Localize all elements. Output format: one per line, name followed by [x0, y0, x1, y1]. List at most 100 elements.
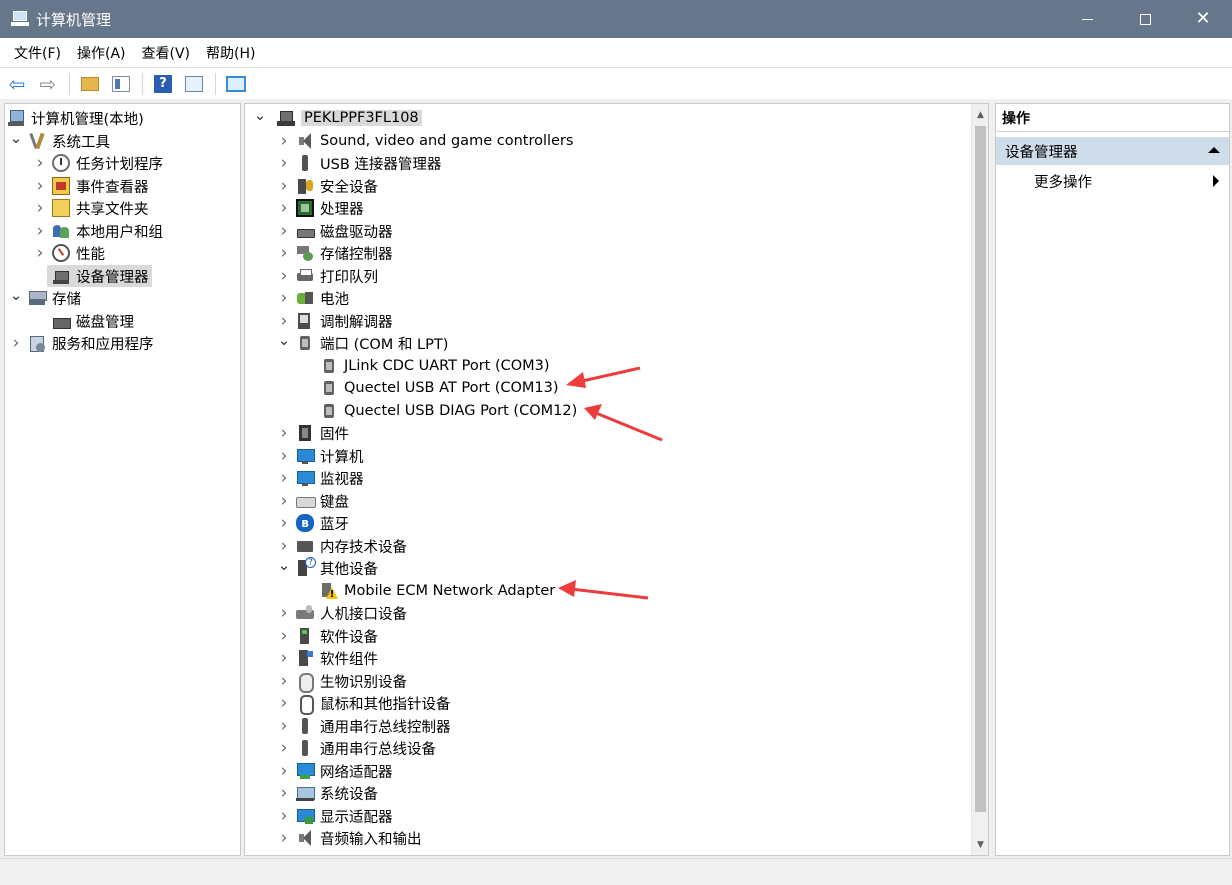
expand-chevron-icon[interactable] [33, 175, 47, 197]
device-category[interactable]: 软件设备 [277, 625, 378, 647]
device-category[interactable]: 网络适配器 [277, 760, 393, 782]
device-item[interactable]: Quectel USB AT Port (COM13) [301, 377, 559, 399]
expand-chevron-icon[interactable] [277, 265, 291, 287]
device-category[interactable]: 软件组件 [277, 647, 378, 669]
tree-event-viewer[interactable]: 事件查看器 [33, 175, 149, 197]
expand-chevron-icon[interactable] [277, 647, 291, 669]
expand-chevron-icon[interactable] [33, 152, 47, 174]
vertical-scrollbar[interactable]: ▲ ▼ [971, 104, 988, 855]
device-category[interactable]: 通用串行总线设备 [277, 737, 436, 759]
tree-root[interactable]: 计算机管理(本地) [7, 107, 144, 129]
expand-chevron-icon[interactable] [277, 197, 291, 219]
maximize-button[interactable] [1116, 0, 1174, 38]
tree-performance[interactable]: 性能 [33, 242, 105, 264]
device-category[interactable]: Sound, video and game controllers [277, 130, 573, 152]
actions-section-device-manager[interactable]: 设备管理器 [996, 137, 1229, 165]
device-root[interactable]: PEKLPPF3FL108 [253, 107, 422, 129]
device-category[interactable]: 键盘 [277, 490, 349, 512]
collapse-triangle-icon[interactable] [1208, 147, 1220, 153]
expand-chevron-icon[interactable] [277, 535, 291, 557]
device-category[interactable]: 生物识别设备 [277, 670, 407, 693]
device-item[interactable]: JLink CDC UART Port (COM3) [301, 355, 550, 377]
device-category[interactable]: ʙ 蓝牙 [277, 512, 349, 534]
expand-chevron-icon[interactable] [277, 220, 291, 242]
expand-chevron-icon[interactable] [277, 715, 291, 737]
device-category[interactable]: 内存技术设备 [277, 535, 407, 557]
collapse-chevron-icon[interactable] [253, 107, 267, 129]
menu-view[interactable]: 查看(V) [134, 43, 199, 63]
expand-chevron-icon[interactable] [277, 670, 291, 692]
expand-chevron-icon[interactable] [277, 467, 291, 489]
expand-chevron-icon[interactable] [277, 490, 291, 512]
tree-services-apps[interactable]: 服务和应用程序 [9, 332, 154, 354]
up-level-button[interactable] [78, 72, 102, 96]
device-category[interactable]: 显示适配器 [277, 805, 393, 827]
minimize-button[interactable] [1058, 0, 1116, 38]
expand-chevron-icon[interactable] [277, 737, 291, 759]
expand-chevron-icon[interactable] [277, 760, 291, 782]
properties-button[interactable] [182, 72, 206, 96]
device-category[interactable]: 处理器 [277, 197, 364, 219]
close-button[interactable]: ✕ [1174, 0, 1232, 38]
device-category[interactable]: USB 连接器管理器 [277, 152, 441, 174]
device-category[interactable]: 通用串行总线控制器 [277, 715, 451, 737]
device-category[interactable]: 磁盘驱动器 [277, 220, 393, 242]
tree-system-tools[interactable]: 系统工具 [9, 130, 110, 152]
back-button[interactable]: ⇦ [5, 72, 29, 96]
expand-chevron-icon[interactable] [33, 197, 47, 219]
more-actions-item[interactable]: 更多操作 [996, 168, 1229, 194]
device-category[interactable]: 监视器 [277, 467, 364, 489]
device-category[interactable]: 鼠标和其他指针设备 [277, 692, 451, 715]
device-category[interactable]: 存储控制器 [277, 242, 393, 264]
expand-chevron-icon[interactable] [277, 130, 291, 152]
device-category[interactable]: 音频输入和输出 [277, 827, 422, 849]
tree-local-users[interactable]: 本地用户和组 [33, 220, 163, 242]
device-category[interactable]: 系统设备 [277, 782, 378, 804]
expand-chevron-icon[interactable] [9, 332, 23, 354]
expand-chevron-icon[interactable] [277, 175, 291, 197]
tree-shared-folders[interactable]: 共享文件夹 [33, 197, 149, 219]
scroll-down-icon[interactable]: ▼ [972, 836, 988, 853]
scroll-up-icon[interactable]: ▲ [972, 106, 988, 123]
device-category[interactable]: 调制解调器 [277, 310, 393, 332]
expand-chevron-icon[interactable] [33, 220, 47, 242]
tree-task-scheduler[interactable]: 任务计划程序 [33, 152, 163, 174]
scroll-thumb[interactable] [975, 126, 986, 812]
device-category-ports[interactable]: 端口 (COM 和 LPT) [277, 332, 448, 354]
device-item[interactable]: Mobile ECM Network Adapter [301, 580, 555, 602]
menu-action[interactable]: 操作(A) [69, 43, 134, 63]
expand-chevron-icon[interactable] [277, 782, 291, 804]
device-category[interactable]: 计算机 [277, 445, 364, 467]
device-category[interactable]: 电池 [277, 287, 349, 309]
show-hide-tree-button[interactable] [109, 72, 133, 96]
expand-chevron-icon[interactable] [277, 287, 291, 309]
expand-chevron-icon[interactable] [277, 602, 291, 624]
expand-chevron-icon[interactable] [277, 512, 291, 534]
tree-device-manager[interactable]: 设备管理器 [33, 265, 152, 287]
expand-chevron-icon[interactable] [277, 827, 291, 849]
device-category[interactable]: 人机接口设备 [277, 602, 407, 624]
device-category[interactable]: 打印队列 [277, 265, 378, 287]
expand-chevron-icon[interactable] [277, 805, 291, 827]
device-category[interactable]: 安全设备 [277, 175, 378, 197]
expand-chevron-icon[interactable] [33, 242, 47, 264]
menu-file[interactable]: 文件(F) [6, 43, 69, 63]
collapse-chevron-icon[interactable] [277, 557, 291, 579]
expand-chevron-icon[interactable] [277, 152, 291, 174]
collapse-chevron-icon[interactable] [9, 287, 23, 309]
collapse-chevron-icon[interactable] [277, 332, 291, 354]
connect-computer-button[interactable] [224, 72, 248, 96]
forward-button[interactable]: ⇨ [36, 72, 60, 96]
expand-chevron-icon[interactable] [277, 310, 291, 332]
tree-disk-management[interactable]: 磁盘管理 [33, 310, 134, 332]
expand-chevron-icon[interactable] [277, 445, 291, 467]
device-category[interactable]: 固件 [277, 422, 349, 444]
expand-chevron-icon[interactable] [277, 692, 291, 714]
collapse-chevron-icon[interactable] [9, 130, 23, 152]
expand-chevron-icon[interactable] [277, 242, 291, 264]
help-button[interactable]: ? [151, 72, 175, 96]
tree-storage[interactable]: 存储 [9, 287, 81, 309]
menu-help[interactable]: 帮助(H) [198, 43, 263, 63]
device-item[interactable]: Quectel USB DIAG Port (COM12) [301, 400, 577, 422]
expand-chevron-icon[interactable] [277, 422, 291, 444]
